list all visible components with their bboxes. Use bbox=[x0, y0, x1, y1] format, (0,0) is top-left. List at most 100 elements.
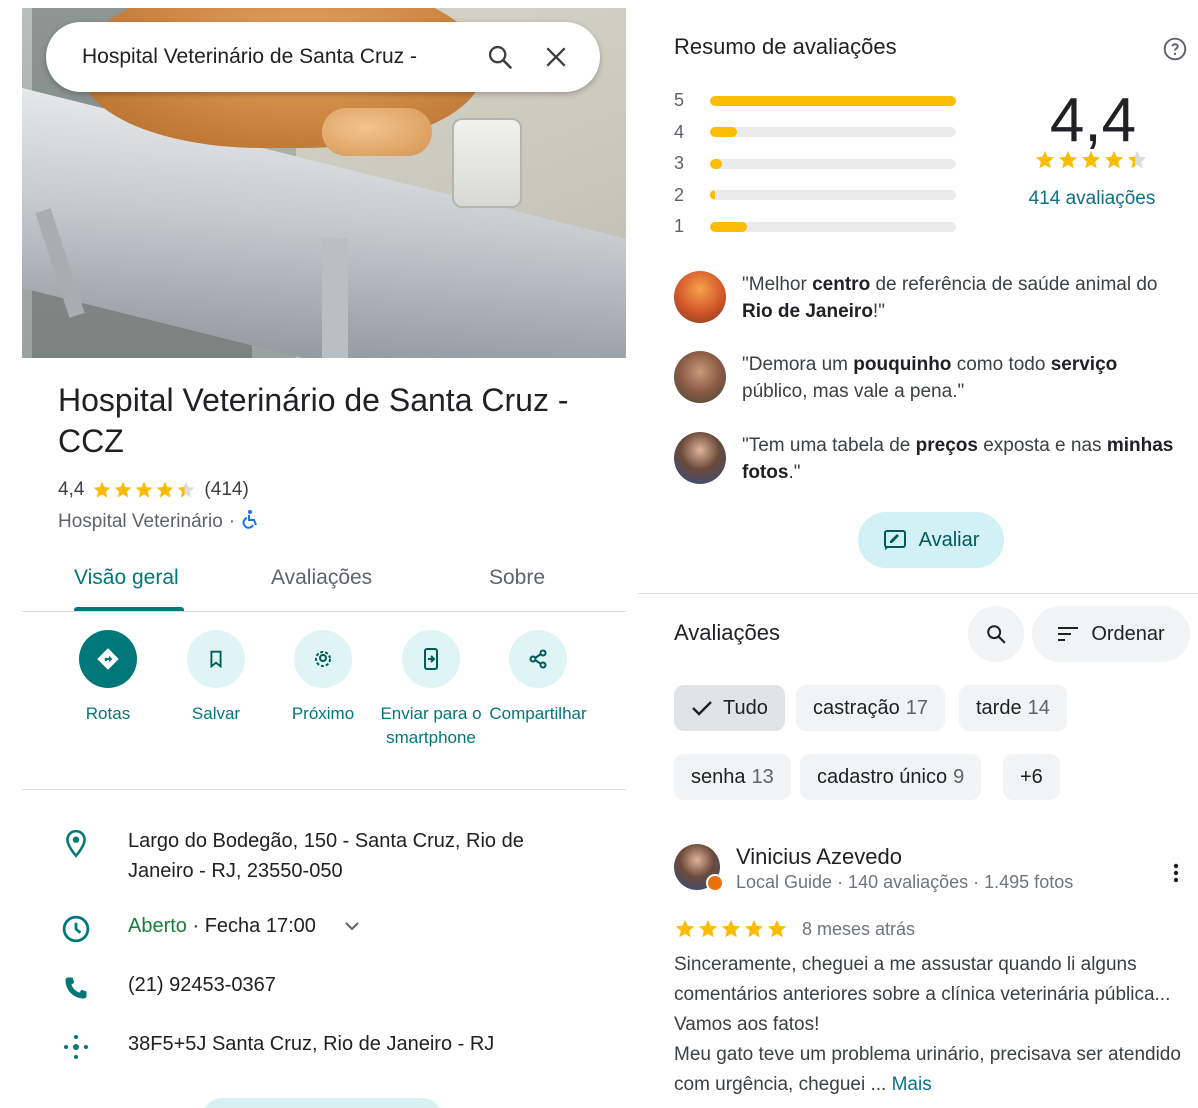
more-options-icon[interactable] bbox=[1164, 858, 1188, 888]
chip-count: 17 bbox=[905, 696, 928, 719]
tab-overview[interactable]: Visão geral bbox=[74, 566, 179, 590]
rating-bar-row[interactable]: 5 bbox=[674, 90, 956, 111]
review-date: 8 meses atrás bbox=[802, 918, 916, 939]
search-icon bbox=[985, 623, 1007, 645]
rating-bar-fill bbox=[710, 95, 956, 106]
save-button[interactable]: Salvar bbox=[162, 630, 270, 726]
average-score: 4,4 bbox=[1049, 86, 1137, 155]
rating-bar-fill bbox=[710, 190, 715, 200]
star-icon bbox=[115, 481, 132, 498]
reviewer-name[interactable]: Vinicius Azevedo bbox=[736, 844, 902, 870]
sort-button[interactable]: Ordenar bbox=[1032, 606, 1190, 662]
total-reviews-link[interactable]: 414 avaliações bbox=[1008, 188, 1176, 210]
address-text: Largo do Bodegão, 150 - Santa Cruz, Rio … bbox=[128, 830, 524, 882]
search-reviews-button[interactable] bbox=[968, 606, 1024, 662]
star-icon bbox=[1127, 150, 1147, 169]
filter-chip-more[interactable]: +6 bbox=[1003, 754, 1060, 800]
filter-chip[interactable]: senha 13 bbox=[674, 754, 791, 800]
rating-bar-row[interactable]: 3 bbox=[674, 153, 956, 174]
help-icon[interactable] bbox=[1162, 36, 1188, 62]
hours-row[interactable]: Aberto · Fecha 17:00 bbox=[58, 911, 558, 947]
average-stars bbox=[1034, 149, 1148, 171]
search-icon[interactable] bbox=[480, 37, 520, 77]
filter-chip[interactable]: castração 17 bbox=[796, 685, 945, 731]
nearby-icon bbox=[294, 630, 352, 688]
tab-about[interactable]: Sobre bbox=[489, 566, 545, 590]
reviewer-meta: Local Guide · 140 avaliações · 1.495 fot… bbox=[736, 872, 1074, 892]
place-panel: Hospital Veterinário de Santa Cruz - Hos… bbox=[22, 8, 626, 1108]
rating-bar-row[interactable]: 1 bbox=[674, 216, 956, 237]
write-review-button[interactable]: Avaliar bbox=[858, 512, 1004, 568]
local-guide-badge-icon bbox=[706, 874, 724, 892]
share-label: Compartilhar bbox=[489, 704, 587, 723]
review-snippet[interactable]: "Melhor centro de referência de saúde an… bbox=[674, 271, 1184, 325]
review-rating: 8 meses atrás bbox=[674, 918, 915, 940]
chip-label: Tudo bbox=[723, 696, 768, 719]
star-icon bbox=[94, 481, 111, 498]
nearby-button[interactable]: Próximo bbox=[269, 630, 377, 726]
directions-label: Rotas bbox=[85, 704, 131, 723]
open-status: Aberto bbox=[128, 915, 187, 937]
review-stars bbox=[674, 918, 788, 940]
filter-chip-tudo[interactable]: Tudo bbox=[674, 685, 785, 731]
star-icon bbox=[136, 481, 153, 498]
directions-button[interactable]: Rotas bbox=[54, 630, 162, 726]
rating-bar-track bbox=[710, 190, 956, 200]
review-text: Sinceramente, cheguei a me assustar quan… bbox=[674, 950, 1186, 1100]
rating-bar-track bbox=[710, 158, 956, 169]
separator: · bbox=[228, 511, 236, 532]
hours-text: Aberto · Fecha 17:00 bbox=[128, 911, 558, 941]
filter-chip[interactable]: cadastro único 9 bbox=[800, 754, 982, 800]
clock-icon bbox=[58, 911, 94, 947]
rating-count[interactable]: (414) bbox=[204, 479, 248, 501]
reviews-panel: Resumo de avaliações 5 4 3 2 1 4,4 414 avali… bbox=[638, 8, 1198, 1108]
star-icon bbox=[1104, 150, 1124, 169]
category-label[interactable]: Hospital Veterinário bbox=[58, 511, 223, 533]
rating-value: 4,4 bbox=[58, 479, 85, 500]
divider bbox=[638, 593, 1198, 594]
snippet-text: "Melhor centro de referência de saúde an… bbox=[742, 274, 1158, 322]
review-snippet[interactable]: "Tem uma tabela de preços exposta e nas … bbox=[674, 432, 1184, 486]
chip-count: 13 bbox=[751, 765, 774, 788]
rating-bar-label: 2 bbox=[674, 184, 685, 205]
plus-code-text: 38F5+5J Santa Cruz, Rio de Janeiro - RJ bbox=[128, 1033, 495, 1055]
rating-bar-label: 3 bbox=[674, 153, 685, 173]
rating-bar-fill bbox=[710, 221, 747, 232]
sort-icon bbox=[1057, 626, 1079, 642]
close-icon[interactable] bbox=[536, 37, 576, 77]
review-snippet[interactable]: "Demora um pouquinho como todo serviço p… bbox=[674, 351, 1184, 405]
tab-indicator bbox=[74, 607, 184, 611]
send-to-phone-button[interactable]: Enviar para o smartphone bbox=[377, 630, 485, 750]
chip-label: senha bbox=[691, 765, 746, 788]
chevron-down-icon[interactable] bbox=[344, 921, 360, 931]
star-icon bbox=[675, 919, 695, 938]
snippet-text: "Demora um pouquinho como todo serviço p… bbox=[742, 354, 1118, 402]
star-icon bbox=[767, 919, 787, 938]
search-box[interactable]: Hospital Veterinário de Santa Cruz - bbox=[46, 22, 600, 92]
rating-bar-row[interactable]: 4 bbox=[674, 122, 956, 143]
phone-row[interactable]: (21) 92453-0367 bbox=[58, 970, 558, 1006]
star-icon bbox=[721, 919, 741, 938]
plus-code-row[interactable]: 38F5+5J Santa Cruz, Rio de Janeiro - RJ bbox=[58, 1029, 558, 1065]
avatar[interactable] bbox=[674, 844, 724, 892]
rating-row[interactable]: 4,4 (414) bbox=[58, 479, 249, 501]
send-to-phone-label: Enviar para o smartphone bbox=[380, 704, 482, 747]
closing-time: Fecha 17:00 bbox=[204, 915, 316, 937]
rating-bar-row[interactable]: 2 bbox=[674, 185, 956, 206]
summary-title: Resumo de avaliações bbox=[674, 34, 897, 59]
partial-button[interactable] bbox=[202, 1098, 442, 1108]
read-more-link[interactable]: Mais bbox=[892, 1074, 932, 1095]
rating-bar-fill bbox=[710, 127, 738, 137]
chip-label: +6 bbox=[1020, 765, 1043, 788]
search-input[interactable]: Hospital Veterinário de Santa Cruz - bbox=[82, 45, 464, 69]
star-icon bbox=[1058, 150, 1078, 169]
filter-chip[interactable]: tarde 14 bbox=[959, 685, 1067, 731]
action-bar: Rotas Salvar Próximo Enviar para o smart… bbox=[22, 630, 626, 790]
tab-reviews[interactable]: Avaliações bbox=[271, 566, 372, 590]
address-row[interactable]: Largo do Bodegão, 150 - Santa Cruz, Rio … bbox=[58, 826, 558, 886]
rating-bar-label: 1 bbox=[674, 216, 685, 236]
hours-separator: · bbox=[186, 915, 205, 937]
category-row: Hospital Veterinário · bbox=[58, 509, 259, 535]
share-button[interactable]: Compartilhar bbox=[484, 630, 592, 726]
rating-bar-track bbox=[710, 221, 956, 232]
